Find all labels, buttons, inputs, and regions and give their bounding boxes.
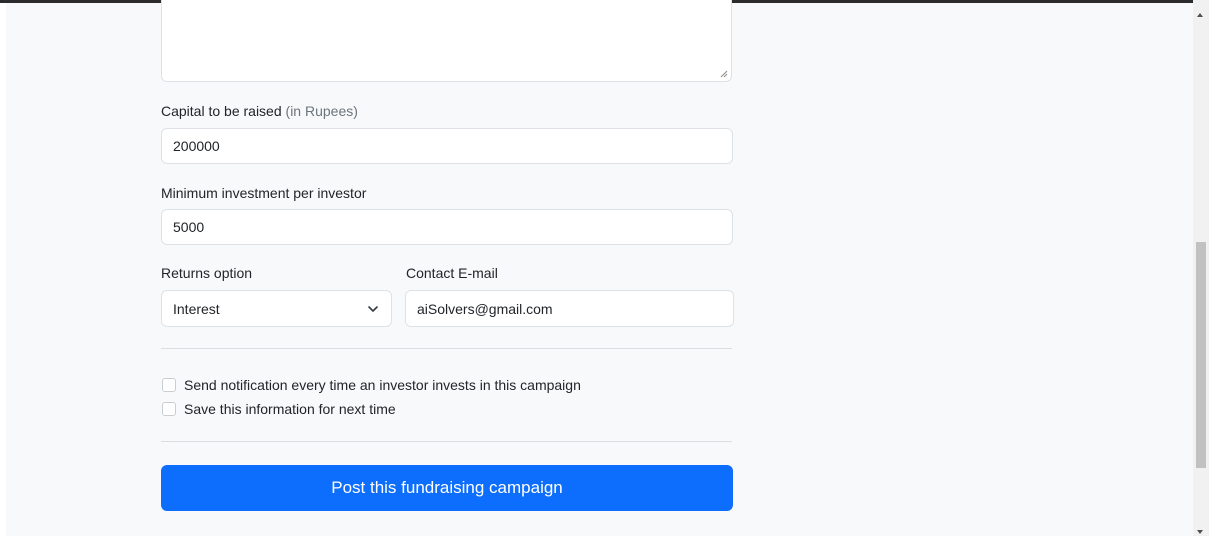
- min-investment-label: Minimum investment per investor: [161, 185, 367, 201]
- min-investment-input-value: 5000: [173, 219, 205, 235]
- notify-checkbox[interactable]: [162, 378, 176, 392]
- post-campaign-button[interactable]: Post this fundraising campaign: [161, 465, 733, 511]
- min-investment-input[interactable]: 5000: [161, 209, 733, 245]
- returns-option-value: Interest: [173, 300, 220, 317]
- contact-email-value: aiSolvers@gmail.com: [417, 300, 553, 317]
- vertical-scrollbar[interactable]: [1193, 0, 1209, 536]
- save-info-checkbox-label: Save this information for next time: [184, 401, 396, 417]
- capital-label-text: Capital to be raised: [161, 103, 282, 119]
- page-content: Capital to be raised (in Rupees) 200000 …: [6, 0, 1193, 536]
- save-info-checkbox[interactable]: [162, 402, 176, 416]
- divider-bottom: [161, 441, 732, 442]
- capital-label-hint: (in Rupees): [285, 103, 358, 119]
- scroll-up-arrow-icon[interactable]: [1197, 13, 1203, 17]
- scroll-down-arrow-icon[interactable]: [1197, 530, 1203, 534]
- description-textarea[interactable]: [161, 0, 732, 82]
- divider-top: [161, 348, 732, 349]
- notify-checkbox-label: Send notification every time an investor…: [184, 377, 581, 393]
- capital-label: Capital to be raised (in Rupees): [161, 103, 358, 119]
- capital-input-value: 200000: [173, 138, 220, 154]
- notify-checkbox-row[interactable]: Send notification every time an investor…: [162, 377, 581, 393]
- contact-email-label: Contact E-mail: [406, 265, 498, 281]
- contact-email-input[interactable]: aiSolvers@gmail.com: [405, 290, 734, 327]
- resize-grip-icon[interactable]: [720, 70, 728, 78]
- capital-input[interactable]: 200000: [161, 128, 733, 164]
- returns-option-select[interactable]: Interest: [161, 290, 392, 327]
- scrollbar-thumb[interactable]: [1196, 242, 1206, 468]
- save-info-checkbox-row[interactable]: Save this information for next time: [162, 401, 396, 417]
- returns-option-label: Returns option: [161, 265, 253, 281]
- chevron-down-icon: [368, 305, 378, 312]
